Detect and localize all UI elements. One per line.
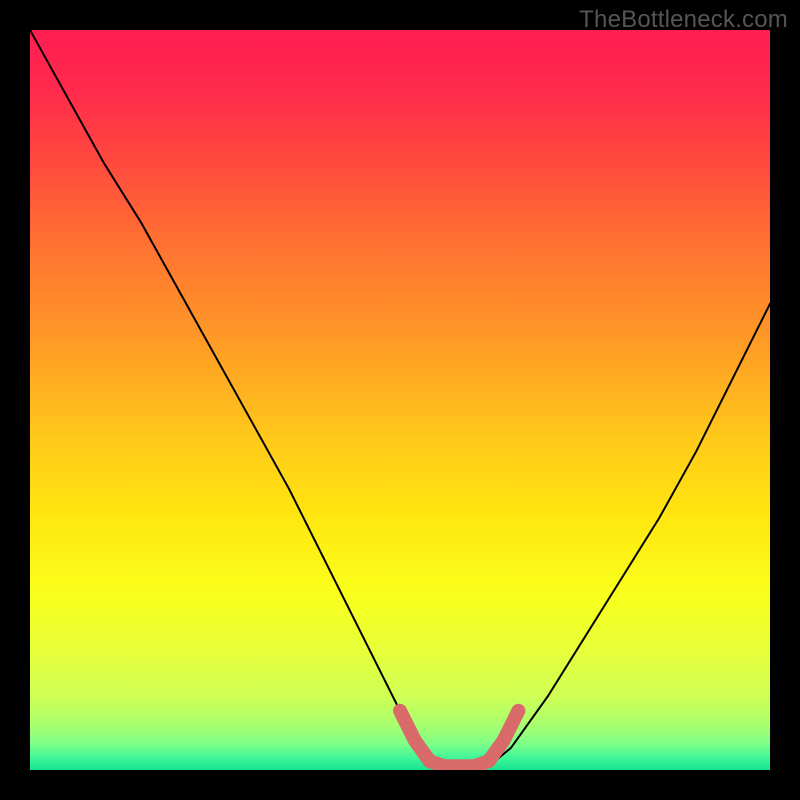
chart-frame: TheBottleneck.com	[0, 0, 800, 800]
plot-area	[30, 30, 770, 770]
chart-svg	[30, 30, 770, 770]
gradient-background	[30, 30, 770, 770]
watermark-text: TheBottleneck.com	[579, 6, 788, 34]
